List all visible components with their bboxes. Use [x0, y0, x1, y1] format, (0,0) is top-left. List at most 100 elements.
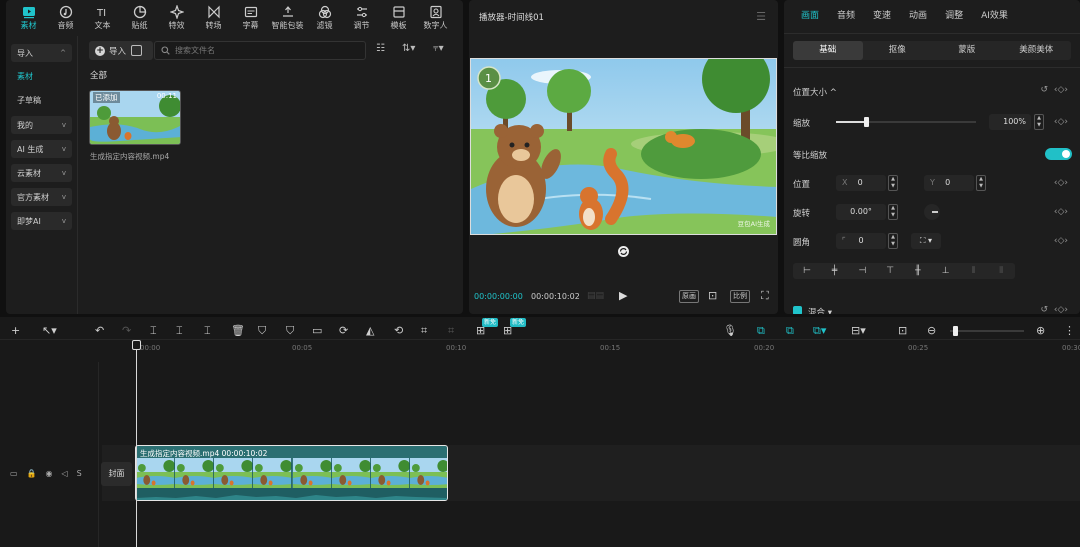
- original-quality-button[interactable]: 原画: [679, 290, 699, 303]
- sort-icon[interactable]: ⇅▾: [402, 43, 415, 54]
- sidebar-item-ai-generate[interactable]: AI 生成 v: [11, 140, 72, 158]
- subtab-basic[interactable]: 基础: [793, 41, 863, 60]
- tab-text[interactable]: TI 文本: [84, 0, 121, 36]
- main-track-magnet-icon[interactable]: ⧉: [757, 323, 765, 339]
- rotation-stepper[interactable]: ▲ ▼: [888, 204, 898, 220]
- grid-view-icon[interactable]: [131, 45, 142, 56]
- mirror-icon[interactable]: ◭: [366, 323, 374, 339]
- sidebar-item-jimeng-ai[interactable]: 即梦AI v: [11, 212, 72, 230]
- screenshot-icon[interactable]: ⊡: [708, 289, 717, 302]
- play-button[interactable]: ▶: [619, 289, 627, 302]
- reverse-icon[interactable]: ⟳: [339, 323, 348, 339]
- add-track-icon[interactable]: +: [11, 323, 20, 339]
- lock-icon[interactable]: 🔒: [27, 469, 37, 478]
- split-left-icon[interactable]: ⌶: [176, 323, 183, 339]
- tab-adjust[interactable]: 调节: [343, 0, 380, 36]
- position-y-stepper[interactable]: ▲ ▼: [976, 175, 986, 191]
- align-right-icon[interactable]: ⊣: [849, 266, 877, 276]
- tab-sticker[interactable]: 贴纸: [121, 0, 158, 36]
- keyframe-icon[interactable]: ‹◇›: [1054, 117, 1068, 127]
- tab-media[interactable]: 素材: [10, 0, 47, 36]
- redo-icon[interactable]: ↷: [122, 323, 131, 339]
- linkage-icon[interactable]: ⧉▾: [813, 323, 826, 339]
- video-preview[interactable]: 豆包AI生成: [470, 58, 777, 235]
- preview-axis-icon[interactable]: ⊟▾: [851, 323, 866, 339]
- auto-snap-icon[interactable]: ⧉: [786, 323, 794, 339]
- sidebar-item-mine[interactable]: 我的 v: [11, 116, 72, 134]
- zoom-slider[interactable]: [950, 326, 1024, 336]
- tab-subtitle[interactable]: 字幕: [232, 0, 269, 36]
- position-x-input[interactable]: X 0: [836, 175, 886, 191]
- freeze-frame-icon[interactable]: ▭: [312, 323, 322, 339]
- mute-icon[interactable]: ◁: [62, 469, 68, 478]
- tab-picture[interactable]: 画面: [792, 0, 828, 34]
- position-size-heading[interactable]: 位置大小 ^: [793, 86, 837, 98]
- marker-icon[interactable]: ⛉: [258, 323, 266, 339]
- tab-adjust-props[interactable]: 调整: [936, 0, 972, 34]
- fit-timeline-icon[interactable]: ⊡: [898, 323, 907, 339]
- filter-dropdown-icon[interactable]: ⫧▾: [433, 43, 444, 54]
- zoom-in-icon[interactable]: ⊕: [1036, 323, 1045, 339]
- tab-ai-effects[interactable]: AI效果: [972, 0, 1017, 34]
- timeline-ruler[interactable]: 00:00 00:05 00:10 00:15 00:20 00:25 00:3…: [135, 344, 1080, 354]
- rotation-dial[interactable]: [924, 204, 940, 220]
- solo-icon[interactable]: S: [77, 469, 82, 478]
- sidebar-item-official-assets[interactable]: 官方素材 v: [11, 188, 72, 206]
- align-top-icon[interactable]: ⊤: [876, 266, 904, 276]
- align-bottom-icon[interactable]: ⊥: [932, 266, 960, 276]
- sidebar-item-cloud-assets[interactable]: 云素材 v: [11, 164, 72, 182]
- rotation-input[interactable]: 0.00°: [836, 204, 886, 220]
- keyframe-icon[interactable]: ‹◇›: [1054, 178, 1068, 188]
- shield-icon[interactable]: ⛉: [286, 323, 294, 339]
- delete-icon[interactable]: 🗑: [231, 323, 245, 339]
- select-tool-icon[interactable]: ↖▾: [42, 323, 57, 339]
- playhead[interactable]: [136, 340, 137, 547]
- split-icon[interactable]: ⌶: [150, 323, 157, 339]
- tab-audio[interactable]: 音频: [47, 0, 84, 36]
- keyframe-icon[interactable]: ‹◇›: [1054, 305, 1068, 314]
- search-input[interactable]: 搜索文件名: [154, 41, 366, 60]
- blend-heading[interactable]: 混合 ▾: [808, 306, 832, 314]
- align-center-h-icon[interactable]: ╪: [821, 266, 849, 276]
- scale-slider-track[interactable]: [836, 117, 976, 127]
- fullscreen-icon[interactable]: ⛶: [761, 289, 769, 303]
- align-left-icon[interactable]: ⊢: [793, 266, 821, 276]
- tab-filter[interactable]: 滤镜: [306, 0, 343, 36]
- tab-transition[interactable]: 转场: [195, 0, 232, 36]
- microphone-icon[interactable]: 🎙: [723, 323, 737, 339]
- scale-stepper[interactable]: ▲ ▼: [1034, 114, 1044, 130]
- zoom-slider-handle[interactable]: [953, 326, 958, 336]
- more-icon[interactable]: ⋮: [1064, 323, 1075, 339]
- distribute-h-icon[interactable]: ⫴: [960, 266, 988, 276]
- distribute-v-icon[interactable]: ⫴: [987, 266, 1015, 276]
- import-button[interactable]: + 导入: [89, 41, 153, 60]
- cover-button[interactable]: 封面: [101, 462, 132, 486]
- zoom-out-icon[interactable]: ⊖: [927, 323, 936, 339]
- track-type-icon[interactable]: ▭: [10, 469, 18, 478]
- sidebar-item-import[interactable]: 导入 ^: [11, 44, 72, 62]
- uniform-scale-toggle[interactable]: [1045, 148, 1072, 160]
- ratio-button[interactable]: 比例: [730, 290, 750, 303]
- ai-crop-icon[interactable]: ⌗: [448, 323, 454, 339]
- scale-input[interactable]: 100%: [989, 114, 1031, 130]
- crop-icon[interactable]: ⌗: [421, 323, 427, 339]
- video-clip[interactable]: 生成指定内容视频.mp4 00:00:10:02: [135, 445, 448, 501]
- corner-radius-input[interactable]: ⌜ 0: [836, 233, 886, 249]
- sidebar-item-assets[interactable]: 素材: [11, 67, 72, 85]
- tab-template[interactable]: 模板: [380, 0, 417, 36]
- tab-animation[interactable]: 动画: [900, 0, 936, 34]
- corner-style-dropdown[interactable]: ⛶ ▾: [911, 233, 941, 249]
- rotate-icon[interactable]: [617, 245, 630, 258]
- align-center-v-icon[interactable]: ╫: [904, 266, 932, 276]
- rotate-clip-icon[interactable]: ⟲: [394, 323, 403, 339]
- blend-checkbox[interactable]: [793, 306, 802, 314]
- keyframe-icon[interactable]: ‹◇›: [1054, 207, 1068, 217]
- tab-smart-pack[interactable]: 智能包装: [269, 0, 306, 36]
- eye-icon[interactable]: ◉: [46, 469, 53, 478]
- sidebar-item-sub-drafts[interactable]: 子草稿: [11, 91, 72, 109]
- playhead-handle[interactable]: [132, 340, 141, 350]
- subtab-mask[interactable]: 蒙版: [932, 41, 1002, 60]
- position-x-stepper[interactable]: ▲ ▼: [888, 175, 898, 191]
- undo-icon[interactable]: ↶: [95, 323, 104, 339]
- tab-digital-human[interactable]: 数字人: [417, 0, 454, 36]
